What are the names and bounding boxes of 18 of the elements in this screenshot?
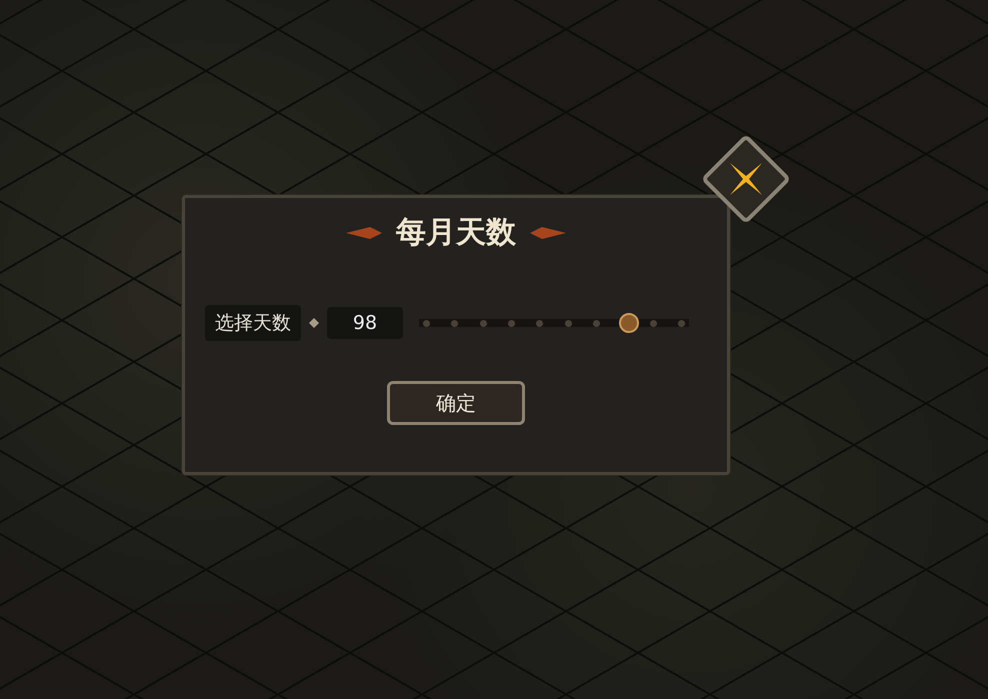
- days-label: 选择天数: [205, 305, 301, 341]
- slider-tick: [678, 320, 685, 326]
- slider-tick: [564, 320, 572, 326]
- slider-tick: [423, 320, 430, 326]
- ornament-icon: [530, 226, 566, 238]
- confirm-button[interactable]: 确定: [387, 381, 525, 425]
- days-value-field[interactable]: 98: [327, 307, 403, 339]
- slider-tick: [650, 320, 657, 326]
- slider-tick: [592, 320, 600, 326]
- close-icon: [727, 160, 765, 198]
- slider-tick: [508, 320, 515, 326]
- slider-tick: [536, 320, 544, 326]
- slider-tick: [451, 320, 458, 326]
- ornament-icon: [346, 226, 382, 238]
- diamond-icon: [309, 318, 319, 328]
- slider-thumb[interactable]: [619, 313, 639, 333]
- dialog-title: 每月天数: [396, 214, 516, 252]
- slider-tick: [480, 320, 487, 326]
